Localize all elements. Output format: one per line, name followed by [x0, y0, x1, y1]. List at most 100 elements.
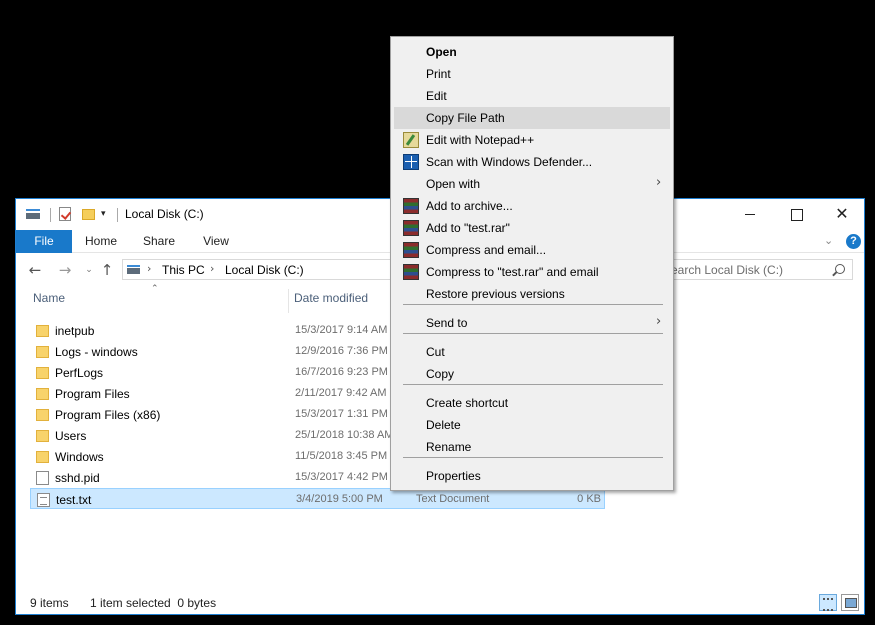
tab-home[interactable]: Home [76, 230, 126, 253]
menu-item-open-with[interactable]: Open with › [394, 173, 670, 195]
menu-item-label: Edit [426, 89, 447, 103]
up-button[interactable]: ↑ [98, 262, 116, 278]
tab-view[interactable]: View [191, 230, 241, 253]
expand-ribbon-icon[interactable]: ⌄ [824, 234, 833, 247]
file-name: inetpub [55, 324, 95, 338]
file-date-modified: 15/3/2017 9:14 AM [295, 324, 388, 336]
status-bar: 9 items 1 item selected 0 bytes [16, 592, 864, 614]
menu-item-label: Properties [426, 469, 481, 483]
menu-item-copy-file-path[interactable]: Copy File Path [394, 107, 670, 129]
properties-icon[interactable] [59, 207, 71, 221]
column-header-name[interactable]: Name [33, 291, 65, 305]
menu-item-label: Create shortcut [426, 396, 509, 410]
maximize-button[interactable] [773, 199, 819, 229]
menu-item-label: Delete [426, 418, 461, 432]
context-menu: Open Print Edit Copy File Path Edit with Not… [390, 36, 674, 491]
menu-item-create-shortcut[interactable]: Create shortcut [394, 392, 670, 414]
menu-item-label: Cut [426, 345, 445, 359]
menu-item-label: Open with [426, 177, 481, 191]
menu-item-print[interactable]: Print [394, 63, 670, 85]
menu-separator [403, 457, 663, 458]
menu-item-compress-and-email[interactable]: Compress and email... [394, 239, 670, 261]
menu-item-send-to[interactable]: Send to › [394, 312, 670, 334]
folder-icon [36, 325, 49, 337]
menu-item-add-to-archive[interactable]: Add to archive... [394, 195, 670, 217]
winrar-icon [403, 242, 419, 258]
drive-icon[interactable] [26, 209, 40, 219]
menu-item-open[interactable]: Open [394, 41, 670, 63]
menu-item-label: Open [426, 45, 457, 59]
close-button[interactable]: ✕ [819, 199, 865, 229]
search-icon[interactable] [835, 264, 845, 274]
menu-item-label: Copy [426, 367, 455, 381]
back-button[interactable]: ← [26, 262, 44, 278]
file-name: Logs - windows [55, 345, 138, 359]
tab-share[interactable]: Share [134, 230, 184, 253]
file-name: Program Files (x86) [55, 408, 161, 422]
tab-file[interactable]: File [16, 230, 72, 253]
file-name: Users [55, 429, 87, 443]
menu-item-label: Add to archive... [426, 199, 513, 213]
toolbar-separator [117, 208, 118, 222]
drive-icon [127, 265, 140, 274]
menu-item-delete[interactable]: Delete [394, 414, 670, 436]
notepad-plus-plus-icon [403, 132, 419, 148]
file-date-modified: 3/4/2019 5:00 PM [296, 493, 383, 505]
menu-item-cut[interactable]: Cut [394, 341, 670, 363]
file-type: Text Document [416, 493, 490, 505]
folder-icon [36, 388, 49, 400]
breadcrumb-separator[interactable]: › [147, 262, 151, 275]
breadcrumb-local-disk[interactable]: Local Disk (C:) [225, 263, 304, 277]
help-icon[interactable]: ? [846, 234, 861, 249]
submenu-arrow-icon: › [656, 314, 662, 329]
new-folder-icon[interactable] [82, 209, 95, 220]
menu-item-edit[interactable]: Edit [394, 85, 670, 107]
winrar-icon [403, 264, 419, 280]
menu-item-scan-with-windows-defender[interactable]: Scan with Windows Defender... [394, 151, 670, 173]
file-date-modified: 15/3/2017 1:31 PM [295, 408, 388, 420]
customize-quick-access-dropdown[interactable]: ▾ [101, 208, 106, 219]
menu-separator [403, 333, 663, 334]
item-count: 9 items [30, 596, 69, 610]
menu-item-properties[interactable]: Properties [394, 465, 670, 487]
breadcrumb-separator[interactable]: › [210, 262, 214, 275]
menu-item-add-to-test-rar[interactable]: Add to "test.rar" [394, 217, 670, 239]
forward-button[interactable]: → [56, 262, 74, 278]
address-bar[interactable]: › This PC › Local Disk (C:) [122, 259, 392, 280]
column-divider[interactable] [288, 289, 289, 313]
file-date-modified: 12/9/2016 7:36 PM [295, 345, 388, 357]
menu-item-copy[interactable]: Copy [394, 363, 670, 385]
file-name: Windows [55, 450, 104, 464]
large-icons-view-button[interactable] [841, 594, 859, 611]
menu-separator [403, 384, 663, 385]
menu-item-restore-previous-versions[interactable]: Restore previous versions [394, 283, 670, 305]
file-date-modified: 11/5/2018 3:45 PM [295, 450, 388, 462]
menu-item-compress-to-test-rar-and-email[interactable]: Compress to "test.rar" and email [394, 261, 670, 283]
search-input[interactable]: Search Local Disk (C:) [656, 259, 853, 280]
menu-item-label: Restore previous versions [426, 287, 565, 301]
breadcrumb-this-pc[interactable]: This PC [162, 263, 205, 277]
menu-item-label: Compress and email... [426, 243, 547, 257]
menu-item-label: Rename [426, 440, 472, 454]
file-name: test.txt [56, 493, 92, 507]
file-date-modified: 25/1/2018 10:38 AM [295, 429, 394, 441]
folder-icon [36, 367, 49, 379]
file-date-modified: 2/11/2017 9:42 AM [295, 387, 387, 399]
menu-item-label: Print [426, 67, 451, 81]
file-name: sshd.pid [55, 471, 100, 485]
window-title: Local Disk (C:) [125, 207, 204, 221]
file-name: Program Files [55, 387, 130, 401]
menu-item-edit-with-notepad[interactable]: Edit with Notepad++ [394, 129, 670, 151]
sort-ascending-icon: ⌃ [151, 284, 159, 294]
menu-item-rename[interactable]: Rename [394, 436, 670, 458]
column-header-date-modified[interactable]: Date modified [294, 291, 368, 305]
details-view-button[interactable] [819, 594, 837, 611]
minimize-button[interactable] [727, 199, 773, 229]
folder-icon [36, 430, 49, 442]
menu-item-label: Compress to "test.rar" and email [426, 265, 599, 279]
menu-item-label: Scan with Windows Defender... [426, 155, 593, 169]
winrar-icon [403, 198, 419, 214]
selection-info: 1 item selected 0 bytes [90, 596, 217, 610]
recent-locations-button[interactable]: ⌄ [80, 262, 98, 278]
file-row[interactable]: test.txt 3/4/2019 5:00 PM Text Document 0 K… [30, 488, 605, 509]
